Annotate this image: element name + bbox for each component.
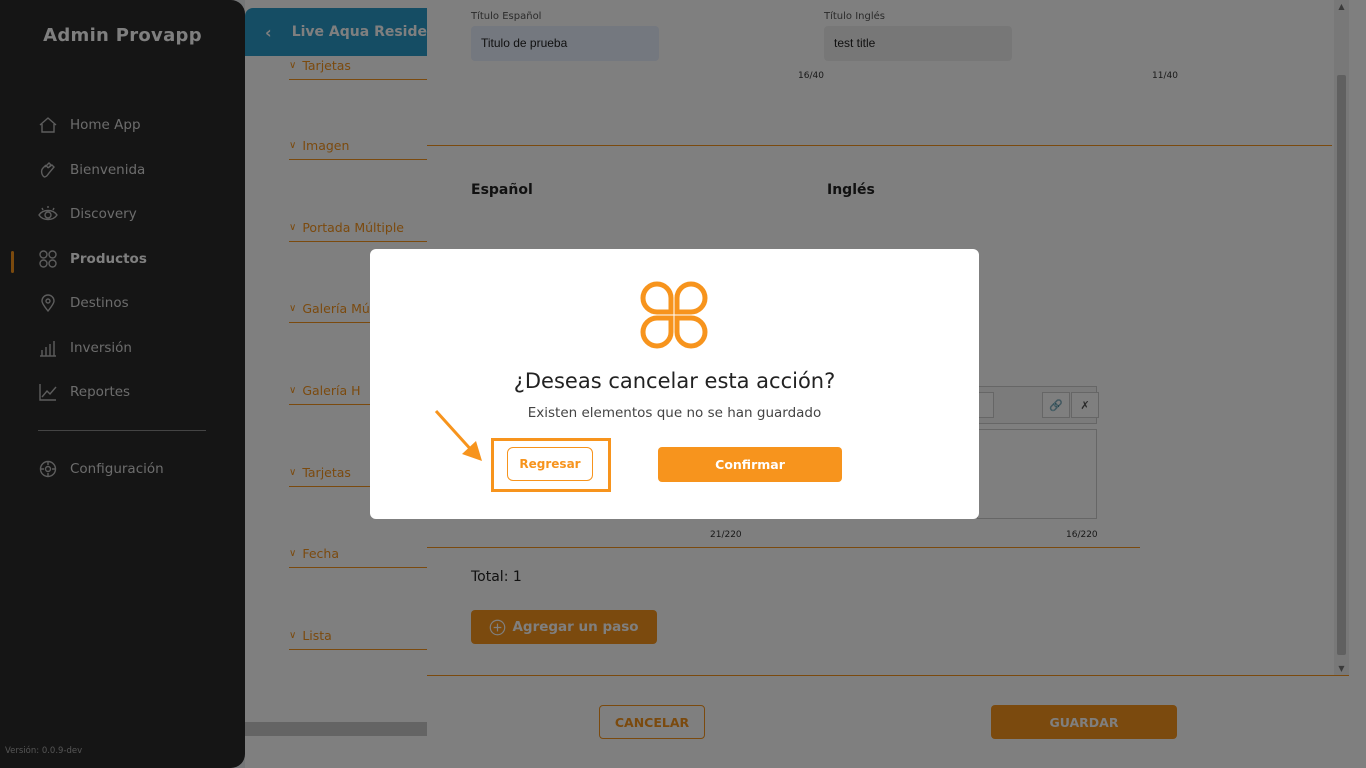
annotation-arrow-icon	[434, 409, 482, 461]
confirm-cancel-dialog: ¿Deseas cancelar esta acción? Existen el…	[370, 249, 979, 519]
dialog-title: ¿Deseas cancelar esta acción?	[513, 369, 836, 393]
back-button[interactable]: Regresar	[507, 447, 593, 481]
confirm-button[interactable]: Confirmar	[658, 447, 842, 482]
clover-logo-icon	[640, 281, 708, 349]
